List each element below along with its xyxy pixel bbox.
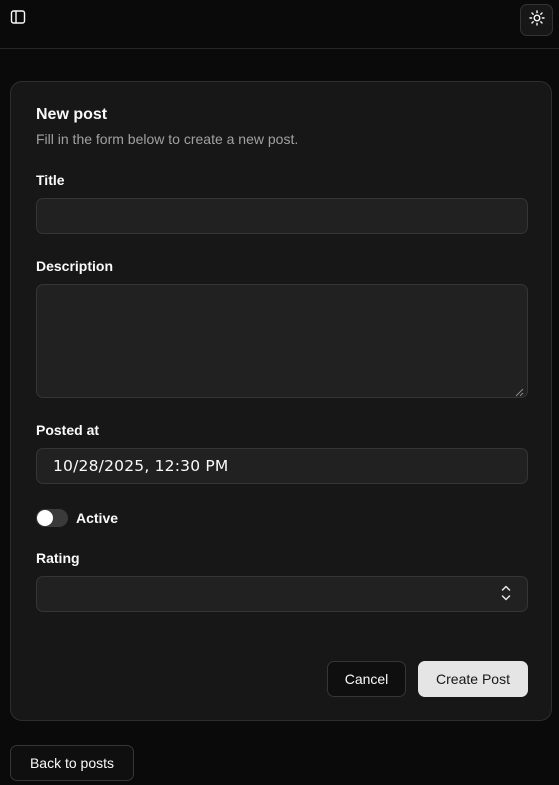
card-description: Fill in the form below to create a new p… — [36, 131, 299, 147]
new-post-card: New post Fill in the form below to creat… — [10, 81, 552, 721]
description-textarea[interactable] — [36, 284, 528, 398]
title-input[interactable] — [36, 198, 528, 234]
switch-knob — [37, 510, 53, 526]
active-label: Active — [76, 510, 119, 526]
cancel-button[interactable]: Cancel — [327, 661, 406, 697]
back-to-posts-button[interactable]: Back to posts — [10, 745, 134, 781]
title-label: Title — [36, 172, 65, 188]
theme-toggle-button[interactable] — [520, 4, 553, 36]
active-toggle-row: Active — [36, 508, 118, 528]
panel-left-icon — [10, 9, 26, 30]
chevron-up-down-icon — [500, 583, 512, 608]
active-switch[interactable] — [36, 509, 68, 527]
rating-label: Rating — [36, 550, 80, 566]
create-post-button[interactable]: Create Post — [418, 661, 528, 697]
posted-at-label: Posted at — [36, 422, 100, 438]
description-label: Description — [36, 258, 114, 274]
card-title: New post — [36, 106, 108, 123]
sidebar-toggle-button[interactable] — [8, 9, 28, 29]
top-bar — [0, 0, 559, 49]
resize-grip-icon[interactable] — [514, 384, 524, 397]
sun-icon — [528, 9, 545, 31]
posted-at-datetime-input[interactable]: 10/28/2025, 12:30 PM — [36, 448, 528, 484]
rating-input[interactable] — [36, 576, 528, 612]
rating-stepper[interactable] — [499, 585, 513, 605]
